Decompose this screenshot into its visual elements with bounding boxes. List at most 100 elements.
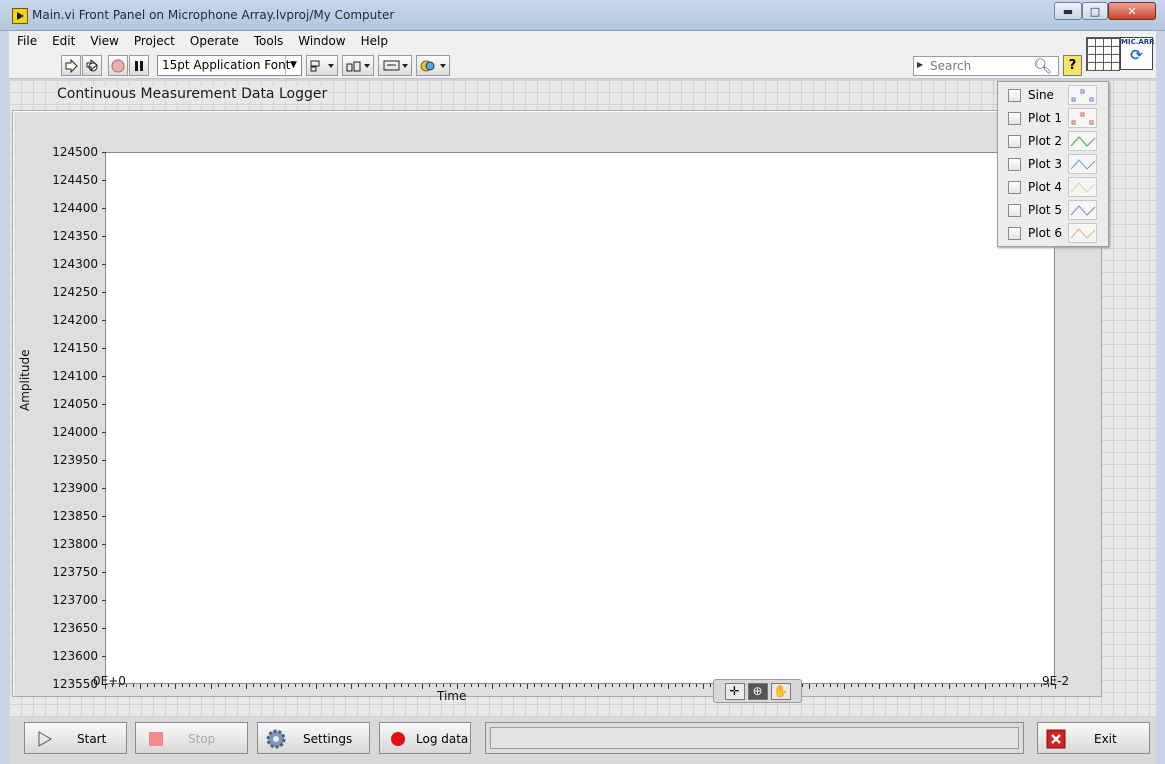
legend-item[interactable]: Plot 3 xyxy=(998,153,1108,174)
zoom-icon[interactable]: ⊕ xyxy=(747,682,768,700)
x-tick-mark xyxy=(365,684,366,687)
plot-line-sample xyxy=(1070,182,1096,193)
distribute-objects-button[interactable] xyxy=(342,55,374,76)
stop-button[interactable]: Stop xyxy=(135,722,248,754)
y-tick-mark xyxy=(102,516,106,517)
y-tick-mark xyxy=(102,264,106,265)
x-tick-mark xyxy=(485,684,486,687)
plot-line-sample xyxy=(1070,205,1096,216)
y-tick-mark xyxy=(102,376,106,377)
resize-objects-button[interactable] xyxy=(378,55,412,76)
search-placeholder: Search xyxy=(930,59,972,73)
x-tick-mark xyxy=(816,684,817,687)
settings-label: Settings xyxy=(303,732,353,746)
menu-edit[interactable]: Edit xyxy=(44,34,82,48)
legend-item[interactable]: Plot 4 xyxy=(998,176,1108,197)
x-tick-mark xyxy=(1020,684,1021,689)
menu-help[interactable]: Help xyxy=(353,34,395,48)
record-icon xyxy=(391,732,405,746)
legend-checkbox[interactable] xyxy=(1008,181,1021,194)
y-tick-mark xyxy=(102,600,106,601)
x-tick-mark xyxy=(668,684,669,689)
x-tick-mark xyxy=(415,684,416,687)
x-tick-mark xyxy=(372,684,373,687)
x-tick-mark xyxy=(246,684,247,689)
waveform-chart[interactable]: 124500 124450 124400 124350 124300 124250 1242… xyxy=(12,110,1102,703)
plot-swatch-icon[interactable] xyxy=(1068,223,1097,243)
legend-item[interactable]: Plot 6 xyxy=(998,222,1108,243)
x-tick-mark xyxy=(281,684,282,689)
chevron-down-icon: ▼ xyxy=(285,56,301,75)
plot-swatch-icon[interactable] xyxy=(1068,154,1097,174)
graph-label: Continuous Measurement Data Logger xyxy=(55,86,330,102)
menu-file[interactable]: File xyxy=(9,34,44,48)
plot-swatch-icon[interactable] xyxy=(1068,108,1097,128)
x-tick-mark xyxy=(971,684,972,687)
x-tick-mark xyxy=(337,684,338,687)
plot-swatch-icon[interactable] xyxy=(1068,85,1097,105)
minimize-button[interactable]: ▬ xyxy=(1054,2,1082,20)
legend-checkbox[interactable] xyxy=(1008,135,1021,148)
legend-checkbox[interactable] xyxy=(1008,89,1021,102)
settings-button[interactable]: Settings xyxy=(257,722,370,754)
legend-checkbox[interactable] xyxy=(1008,227,1021,240)
x-tick-mark xyxy=(316,684,317,689)
x-tick-mark xyxy=(654,684,655,687)
x-tick-mark xyxy=(154,684,155,687)
legend-item[interactable]: Sine xyxy=(998,84,1108,105)
x-tick-mark xyxy=(598,684,599,689)
legend-item[interactable]: Plot 1 xyxy=(998,107,1108,128)
plot-line-sample xyxy=(1070,159,1096,170)
exit-button[interactable]: Exit xyxy=(1037,722,1150,754)
menu-tools[interactable]: Tools xyxy=(246,34,291,48)
plot-swatch-icon[interactable] xyxy=(1068,131,1097,151)
x-tick-mark xyxy=(886,684,887,687)
cursor-move-icon[interactable]: ✛ xyxy=(724,682,745,700)
close-button[interactable]: ✕ xyxy=(1108,2,1156,20)
run-continuously-button[interactable] xyxy=(82,55,102,76)
x-tick-mark xyxy=(576,684,577,687)
x-tick-mark xyxy=(837,684,838,687)
menu-window[interactable]: Window xyxy=(290,34,352,48)
maximize-button[interactable]: □ xyxy=(1082,2,1108,20)
x-tick-mark xyxy=(928,684,929,687)
legend-item[interactable]: Plot 2 xyxy=(998,130,1108,151)
menu-operate[interactable]: Operate xyxy=(182,34,246,48)
x-tick-mark xyxy=(267,684,268,687)
search-input[interactable]: ▶ Search 🔍︎ xyxy=(913,56,1059,76)
menu-project[interactable]: Project xyxy=(126,34,182,48)
start-button[interactable]: Start xyxy=(24,722,127,754)
x-tick-mark xyxy=(527,684,528,689)
reorder-button[interactable] xyxy=(416,55,450,76)
y-tick-mark xyxy=(102,404,106,405)
vi-icon[interactable]: MIC.ARR ⟳ xyxy=(1120,37,1155,70)
x-tick-mark xyxy=(506,684,507,687)
legend-label: Plot 6 xyxy=(1028,226,1063,240)
legend-checkbox[interactable] xyxy=(1008,112,1021,125)
search-icon[interactable]: 🔍︎ xyxy=(1033,57,1052,75)
legend-checkbox[interactable] xyxy=(1008,158,1021,171)
x-tick-mark xyxy=(330,684,331,687)
context-help-button[interactable]: ? xyxy=(1063,55,1082,76)
y-tick-mark xyxy=(102,572,106,573)
y-tick-mark xyxy=(102,488,106,489)
run-button[interactable] xyxy=(61,55,81,76)
connector-pane-icon[interactable] xyxy=(1086,37,1120,71)
pan-hand-icon[interactable]: ✋ xyxy=(770,682,791,700)
pause-button[interactable] xyxy=(129,55,149,76)
font-selector[interactable]: 15pt Application Font ▼ xyxy=(157,55,302,76)
legend-item[interactable]: Plot 5 xyxy=(998,199,1108,220)
x-tick-mark xyxy=(900,684,901,687)
menu-view[interactable]: View xyxy=(82,34,125,48)
x-tick-mark xyxy=(351,684,352,689)
plot-swatch-icon[interactable] xyxy=(1068,177,1097,197)
align-objects-button[interactable] xyxy=(306,55,338,76)
legend-checkbox[interactable] xyxy=(1008,204,1021,217)
abort-button[interactable] xyxy=(108,55,128,76)
plot-area[interactable] xyxy=(105,152,1055,684)
log-data-button[interactable]: Log data xyxy=(379,722,471,754)
plot-swatch-icon[interactable] xyxy=(1068,200,1097,220)
y-tick-label: 124500 xyxy=(52,145,98,159)
x-tick-mark xyxy=(295,684,296,687)
y-tick-mark xyxy=(102,292,106,293)
